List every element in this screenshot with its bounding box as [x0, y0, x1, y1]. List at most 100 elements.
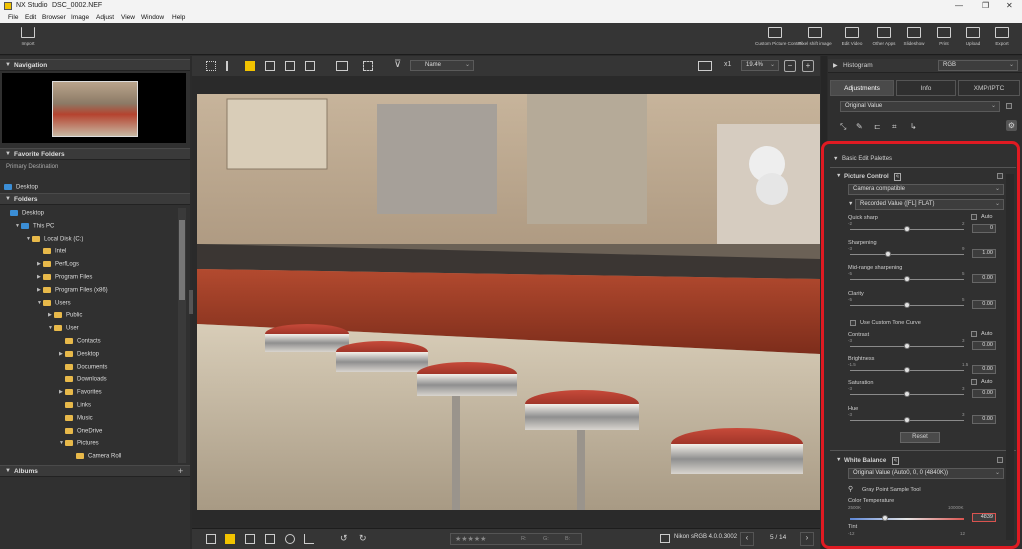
rotate-right-icon[interactable]: ↻	[359, 533, 367, 544]
rotate-left-icon[interactable]: ↺	[340, 533, 348, 544]
white-balance-dropdown[interactable]: Original Value (Auto0, 0, 0 (4840K)) ⌄	[848, 468, 1004, 479]
label-icon[interactable]	[225, 534, 235, 544]
minimize-icon[interactable]: —	[955, 1, 963, 10]
albums-header[interactable]: ▼ Albums +	[0, 465, 190, 477]
tab-adjustments[interactable]: Adjustments	[830, 80, 894, 96]
zoom-in-icon[interactable]: +	[802, 60, 814, 72]
slider-value-input[interactable]: 0.00	[972, 300, 996, 309]
auto-checkbox[interactable]	[971, 379, 977, 385]
right-scrollbar[interactable]	[1006, 174, 1014, 540]
tab-xmp-iptc[interactable]: XMP/IPTC	[958, 80, 1020, 96]
zoom-out-icon[interactable]: −	[784, 60, 796, 72]
import-button[interactable]: Import	[8, 26, 48, 53]
folder-tree-item[interactable]: ▶ Public	[48, 312, 82, 324]
star-rating[interactable]: ★★★★★	[455, 535, 486, 543]
folder-tree-item[interactable]: Links	[59, 402, 91, 414]
redeye-icon[interactable]: ↳	[910, 122, 917, 131]
tab-info[interactable]: Info	[896, 80, 956, 96]
slider-thumb[interactable]	[904, 391, 910, 397]
custom-curve-checkbox[interactable]	[850, 320, 856, 326]
fit-screen-icon[interactable]	[698, 61, 712, 71]
histogram-overlay-icon[interactable]	[304, 534, 314, 544]
folder-tree-item[interactable]: Documents	[59, 363, 107, 376]
folder-tree-item[interactable]: Contacts	[59, 338, 101, 350]
maximize-icon[interactable]: ❐	[982, 1, 989, 10]
image-viewer[interactable]	[192, 76, 820, 526]
zoom-multiplier[interactable]: x1	[724, 61, 731, 68]
crop-tool-icon[interactable]: ⤡	[840, 122, 846, 132]
folder-tree-item[interactable]: ▼ Users	[37, 299, 71, 312]
color-temp-input[interactable]: 4839	[972, 513, 996, 522]
folder-tree-item[interactable]: Intel	[37, 248, 66, 260]
white-balance-header[interactable]: ▼ White Balance ꟼ	[834, 455, 1014, 467]
straighten-icon[interactable]: ⊏	[874, 122, 881, 131]
slider-thumb[interactable]	[904, 276, 910, 282]
folder-tree-item[interactable]: ▼ This PC	[15, 222, 54, 235]
folder-tree-item[interactable]: Camera Roll	[70, 453, 121, 465]
retouch-brush-icon[interactable]: ✎	[856, 122, 863, 131]
picture-control-value-dropdown[interactable]: Recorded Value ([FL] FLAT) ⌄	[855, 199, 1004, 210]
folder-tree-item[interactable]: Desktop	[4, 210, 44, 222]
white-balance-checkbox[interactable]	[997, 457, 1003, 463]
list-view-icon[interactable]	[226, 61, 236, 71]
menu-edit[interactable]: Edit	[25, 14, 36, 21]
picture-control-header[interactable]: ▼ Picture Control ꟼ	[834, 171, 1014, 183]
custom-picture-control-button[interactable]: Custom Picture Control	[755, 26, 803, 53]
folders-header[interactable]: ▼ Folders	[0, 193, 190, 205]
histogram-channel-dropdown[interactable]: RGB ⌄	[938, 60, 1018, 71]
navigation-header[interactable]: ▼ Navigation	[0, 59, 190, 71]
filmstrip-view-icon[interactable]	[265, 61, 275, 71]
info-icon[interactable]	[285, 534, 295, 544]
slider-track[interactable]	[850, 254, 964, 255]
folder-tree-item[interactable]: OneDrive	[59, 427, 102, 440]
picture-control-mode-dropdown[interactable]: Camera compatible ⌄	[848, 184, 1004, 195]
compare-view-icon[interactable]	[285, 61, 295, 71]
prev-image-icon[interactable]: ‹	[740, 532, 754, 546]
folder-tree-item[interactable]: ▶ Program Files (x86)	[37, 286, 108, 299]
slider-value-input[interactable]: 0.00	[972, 365, 996, 374]
menu-browser[interactable]: Browser	[42, 14, 66, 21]
rotate-icon[interactable]: ⌗	[892, 122, 897, 132]
folder-tree-item[interactable]: ▼ User	[48, 325, 79, 337]
rating-bar[interactable]: ★★★★★ R: G: B:	[450, 533, 582, 545]
collapse-icon[interactable]: ▼	[848, 201, 853, 207]
menu-help[interactable]: Help	[172, 14, 185, 21]
histogram-header[interactable]: ▶ Histogram RGB ⌄	[828, 59, 1022, 73]
slider-value-input[interactable]: 1.00	[972, 249, 996, 258]
slider-value-input[interactable]: 0.00	[972, 341, 996, 350]
slider-thumb[interactable]	[904, 417, 910, 423]
scrollbar[interactable]	[178, 208, 186, 463]
grid-view-icon[interactable]	[206, 61, 216, 71]
zoom-dropdown[interactable]: 19.4% ⌄	[741, 60, 779, 71]
single-view-icon[interactable]	[245, 61, 255, 71]
basic-edit-header[interactable]: ▼ Basic Edit Palettes	[830, 154, 1016, 166]
settings-gear-icon[interactable]: ⚙	[1006, 120, 1017, 131]
slider-thumb[interactable]	[904, 367, 910, 373]
slider-thumb[interactable]	[904, 343, 910, 349]
favorite-item[interactable]: Primary Destination	[6, 164, 58, 176]
slider-value-input[interactable]: 0.00	[972, 389, 996, 398]
frame-icon[interactable]	[245, 534, 255, 544]
next-image-icon[interactable]: ›	[800, 532, 814, 546]
menu-view[interactable]: View	[121, 14, 135, 21]
close-icon[interactable]: ✕	[1006, 1, 1013, 10]
panel-collapse-handle[interactable]	[189, 290, 193, 314]
folder-tree-item[interactable]: ▼ Local Disk (C:)	[26, 235, 83, 248]
slider-value-input[interactable]: 0	[972, 224, 996, 233]
menu-adjust[interactable]: Adjust	[96, 14, 114, 21]
preset-checkbox[interactable]	[1006, 103, 1012, 109]
navigation-preview[interactable]	[2, 73, 186, 143]
grid-overlay-icon[interactable]	[265, 534, 275, 544]
slider-value-input[interactable]: 0.00	[972, 274, 996, 283]
folder-tree-item[interactable]: ▶ PerfLogs	[37, 261, 79, 273]
picture-control-checkbox[interactable]	[997, 173, 1003, 179]
filter-icon[interactable]: ⊽	[394, 59, 401, 70]
export-button[interactable]: Export	[982, 26, 1022, 53]
slider-value-input[interactable]: 0.00	[972, 415, 996, 424]
slider-thumb[interactable]	[884, 251, 891, 257]
folder-tree-item[interactable]: ▶ Desktop	[59, 350, 99, 363]
stack-icon[interactable]	[206, 534, 216, 544]
preset-dropdown[interactable]: Original Value ⌄	[840, 101, 1000, 112]
eyedropper-icon[interactable]: ⚲	[848, 485, 853, 493]
menu-image[interactable]: Image	[71, 14, 89, 21]
